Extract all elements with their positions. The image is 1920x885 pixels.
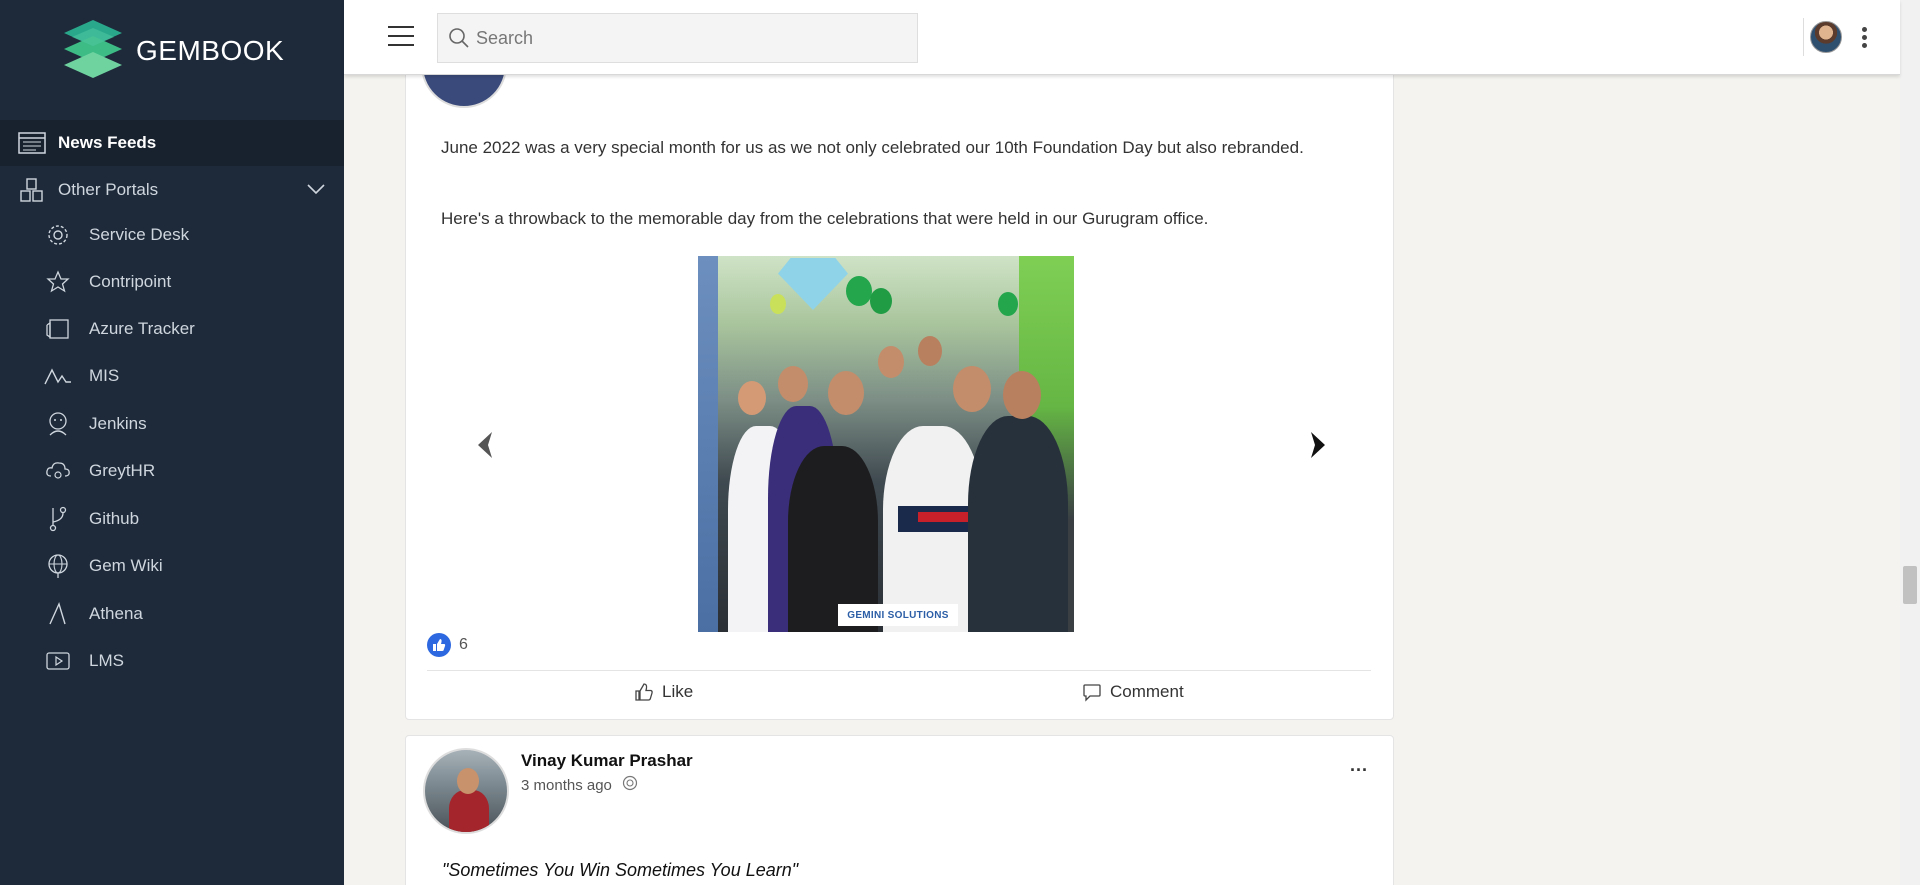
- image-watermark: GEMINI SOLUTIONS: [838, 604, 958, 626]
- author-name[interactable]: Vinay Kumar Prashar: [521, 751, 693, 771]
- divider: [427, 670, 1371, 671]
- divider: [1803, 18, 1804, 56]
- sidebar-item-other-portals[interactable]: Other Portals: [0, 167, 344, 213]
- sidebar-item-service-desk[interactable]: Service Desk: [0, 212, 344, 258]
- post-text: June 2022 was a very special month for u…: [441, 138, 1304, 157]
- sidebar: GEMBOOK News Feeds Other Portals Service…: [0, 0, 344, 885]
- sidebar-item-contripoint[interactable]: Contripoint: [0, 259, 344, 305]
- author-avatar[interactable]: [423, 748, 509, 834]
- portals-icon: [18, 176, 46, 204]
- sidebar-item-label: MIS: [89, 366, 120, 385]
- tracker-icon: [44, 315, 72, 343]
- sidebar-item-label: Contripoint: [89, 272, 172, 291]
- audience-icon: [622, 775, 638, 795]
- carousel-prev-button[interactable]: [470, 428, 498, 462]
- sidebar-item-gem-wiki[interactable]: Gem Wiki: [0, 543, 344, 589]
- sidebar-item-label: Other Portals: [58, 180, 159, 199]
- menu-toggle-icon[interactable]: [388, 26, 414, 48]
- thumbs-up-icon: [635, 683, 653, 701]
- newsfeed-icon: [18, 129, 46, 157]
- like-count: 6: [459, 636, 468, 653]
- gembook-logo[interactable]: GEMBOOK: [60, 18, 284, 84]
- post-image[interactable]: GEMINI SOLUTIONS: [698, 256, 1074, 632]
- sidebar-item-mis[interactable]: MIS: [0, 353, 344, 399]
- search-bar[interactable]: [437, 13, 918, 63]
- chevron-right-icon: [1311, 432, 1325, 458]
- mis-icon: [44, 362, 72, 390]
- gear-icon: [44, 221, 72, 249]
- post-timestamp: 3 months ago: [521, 775, 638, 795]
- search-input[interactable]: [476, 27, 896, 49]
- comment-label: Comment: [1110, 682, 1184, 701]
- sidebar-item-label: Service Desk: [89, 225, 190, 244]
- user-avatar[interactable]: [1810, 21, 1842, 53]
- comment-icon: [1083, 684, 1101, 702]
- sidebar-item-label: Jenkins: [89, 414, 147, 433]
- cloud-icon: [44, 457, 72, 485]
- branch-icon: [44, 505, 72, 533]
- sidebar-item-azure-tracker[interactable]: Azure Tracker: [0, 306, 344, 352]
- like-label: Like: [662, 682, 694, 701]
- sidebar-item-label: Azure Tracker: [89, 319, 195, 338]
- sidebar-item-label: Gem Wiki: [89, 556, 163, 575]
- jenkins-icon: [44, 410, 72, 438]
- post-time-text: 3 months ago: [521, 776, 612, 794]
- post-text: Here's a throwback to the memorable day …: [441, 209, 1209, 228]
- comment-button[interactable]: Comment: [1082, 682, 1184, 702]
- sidebar-item-news-feeds[interactable]: News Feeds: [0, 120, 344, 166]
- gembook-logo-icon: [64, 20, 122, 78]
- scrollbar-thumb[interactable]: [1903, 566, 1917, 604]
- search-icon: [449, 28, 469, 48]
- chevron-down-icon[interactable]: [306, 180, 326, 200]
- sidebar-item-jenkins[interactable]: Jenkins: [0, 401, 344, 447]
- post-text: "Sometimes You Win Sometimes You Learn": [442, 860, 799, 880]
- sidebar-item-greythr[interactable]: GreytHR: [0, 448, 344, 494]
- carousel-next-button[interactable]: [1305, 428, 1333, 462]
- sidebar-item-label: News Feeds: [58, 133, 157, 152]
- triangle-icon: [44, 600, 72, 628]
- star-icon: [44, 268, 72, 296]
- video-icon: [44, 647, 72, 675]
- top-header: [344, 0, 1900, 75]
- sidebar-item-github[interactable]: Github: [0, 496, 344, 542]
- brand-name: GEMBOOK: [136, 35, 285, 66]
- sidebar-item-lms[interactable]: LMS: [0, 638, 344, 684]
- sidebar-item-athena[interactable]: Athena: [0, 591, 344, 637]
- anniversary-badge-icon: [778, 258, 848, 310]
- thumbs-up-badge-icon: [427, 633, 451, 657]
- like-button[interactable]: Like: [634, 682, 693, 702]
- globe-icon: [44, 552, 72, 580]
- reaction-summary[interactable]: 6: [427, 633, 468, 657]
- chevron-left-icon: [478, 432, 492, 458]
- sidebar-item-label: GreytHR: [89, 461, 156, 480]
- sidebar-item-label: Github: [89, 509, 140, 528]
- more-options-icon[interactable]: [1862, 27, 1868, 49]
- sidebar-item-label: LMS: [89, 651, 124, 670]
- scrollbar-track[interactable]: [1900, 0, 1920, 885]
- post-options-button[interactable]: ...: [1350, 755, 1368, 776]
- sidebar-item-label: Athena: [89, 604, 143, 623]
